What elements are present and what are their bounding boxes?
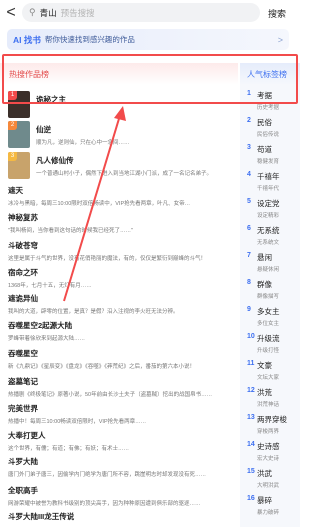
- annotation-arrow: [63, 106, 126, 302]
